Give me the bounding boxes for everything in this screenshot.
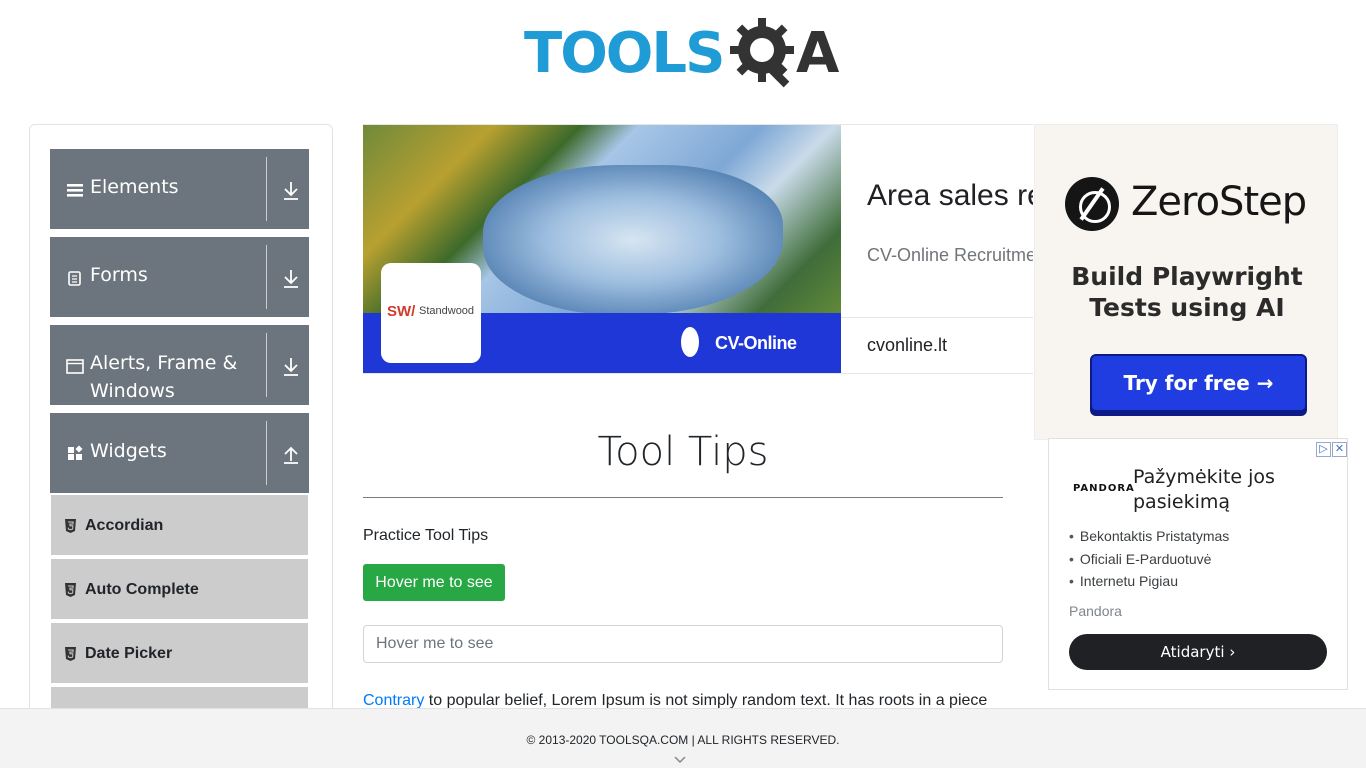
zerostep-tagline: Build Playwright Tests using AI <box>1071 262 1303 322</box>
logo-text-a: A <box>796 21 840 86</box>
chevron-down-icon[interactable] <box>673 755 687 765</box>
list-item: Bekontaktis Pristatymas <box>1069 525 1229 548</box>
pandora-logo: PANDORA <box>1073 483 1135 494</box>
standwood-logo-sw: SW/ <box>387 303 416 320</box>
try-for-free-button[interactable]: Try for free → <box>1090 354 1307 412</box>
sidebar-group-widgets[interactable]: Widgets <box>50 413 309 493</box>
divider <box>266 421 267 485</box>
window-icon <box>66 357 84 375</box>
ad-controls: ▷ ✕ <box>1315 439 1347 457</box>
ad-image: SW/ Standwood CV-Online <box>363 125 841 373</box>
divider <box>266 333 267 397</box>
open-ad-button[interactable]: Atidaryti › <box>1069 634 1327 670</box>
html5-icon <box>65 519 76 533</box>
pandora-advertiser: Pandora <box>1069 603 1122 619</box>
banner-ad[interactable]: SW/ Standwood CV-Online Area sales re CV… <box>363 124 1033 374</box>
zerostep-name: ZeroStep <box>1131 179 1307 225</box>
title-divider <box>363 497 1003 498</box>
html5-icon <box>65 583 76 597</box>
left-sidebar: Elements Forms Alerts, Frame & Windows W… <box>29 124 333 724</box>
sidebar-group-forms[interactable]: Forms <box>50 237 309 317</box>
document-icon <box>66 269 84 287</box>
sidebar-group-label: Widgets <box>90 440 167 462</box>
sidebar-group-alerts[interactable]: Alerts, Frame & Windows <box>50 325 309 405</box>
pandora-headline[interactable]: Pažymėkite jos pasiekimą <box>1133 465 1323 515</box>
upload-arrow-icon[interactable] <box>282 443 300 465</box>
sidebar-item-label: Accordian <box>85 517 164 534</box>
ad-choices-icon[interactable]: ▷ <box>1316 442 1331 457</box>
divider <box>266 245 267 309</box>
copyright-text: © 2013-2020 TOOLSQA.COM | ALL RIGHTS RES… <box>526 733 840 747</box>
zerostep-ad[interactable]: ZeroStep Build Playwright Tests using AI… <box>1034 124 1338 440</box>
ad-domain[interactable]: cvonline.lt <box>867 335 947 356</box>
sidebar-group-label: Forms <box>90 264 148 286</box>
cv-online-logo-icon <box>681 327 699 357</box>
gear-magnifier-icon <box>730 18 794 88</box>
pandora-bullets: Bekontaktis Pristatymas Oficiali E-Pardu… <box>1069 525 1229 593</box>
footer: © 2013-2020 TOOLSQA.COM | ALL RIGHTS RES… <box>0 708 1366 768</box>
download-arrow-icon[interactable] <box>282 355 300 377</box>
sidebar-item-label: Date Picker <box>85 645 173 662</box>
pandora-ad[interactable]: ▷✕ PANDORA Pažymėkite jos pasiekimą Beko… <box>1048 438 1348 690</box>
practice-label: Practice Tool Tips <box>363 527 489 544</box>
sidebar-group-label: Alerts, Frame & Windows <box>90 352 238 402</box>
chevron-right-icon: › <box>1229 643 1236 661</box>
download-arrow-icon[interactable] <box>282 179 300 201</box>
divider <box>266 157 267 221</box>
close-icon[interactable]: ✕ <box>1332 442 1347 457</box>
widgets-icon <box>66 445 84 463</box>
sidebar-item-auto-complete[interactable]: Auto Complete <box>51 559 308 621</box>
list-item: Internetu Pigiau <box>1069 570 1229 593</box>
ad-title[interactable]: Area sales re <box>867 179 1033 213</box>
hover-tooltip-input[interactable] <box>363 625 1003 663</box>
toolsqa-logo[interactable]: TOOLS A <box>524 14 848 92</box>
hamburger-icon <box>66 181 84 199</box>
sidebar-item-date-picker[interactable]: Date Picker <box>51 623 308 685</box>
hover-tooltip-button[interactable]: Hover me to see <box>363 564 505 601</box>
sidebar-item-accordian[interactable]: Accordian <box>51 495 308 557</box>
standwood-logo-name: Standwood <box>419 305 475 317</box>
ad-image-lake <box>483 165 783 315</box>
standwood-logo: SW/ Standwood <box>381 263 481 363</box>
zerostep-logo-icon <box>1065 177 1119 231</box>
download-arrow-icon[interactable] <box>282 267 300 289</box>
sidebar-group-elements[interactable]: Elements <box>50 149 309 229</box>
page-title: Tool Tips <box>597 429 769 475</box>
ad-divider <box>841 317 1033 318</box>
open-ad-label: Atidaryti <box>1160 643 1225 661</box>
ad-subtitle: CV-Online Recruitme <box>867 245 1033 265</box>
list-item: Oficiali E-Parduotuvė <box>1069 548 1229 571</box>
sidebar-group-label: Elements <box>90 176 179 198</box>
html5-icon <box>65 647 76 661</box>
contrary-link[interactable]: Contrary <box>363 692 424 709</box>
sidebar-item-label: Auto Complete <box>85 581 199 598</box>
paragraph-text: to popular belief, Lorem Ipsum is not si… <box>424 692 988 709</box>
logo-text-tools: TOOLS <box>524 21 725 86</box>
cv-online-logo-text: CV-Online <box>715 333 797 353</box>
